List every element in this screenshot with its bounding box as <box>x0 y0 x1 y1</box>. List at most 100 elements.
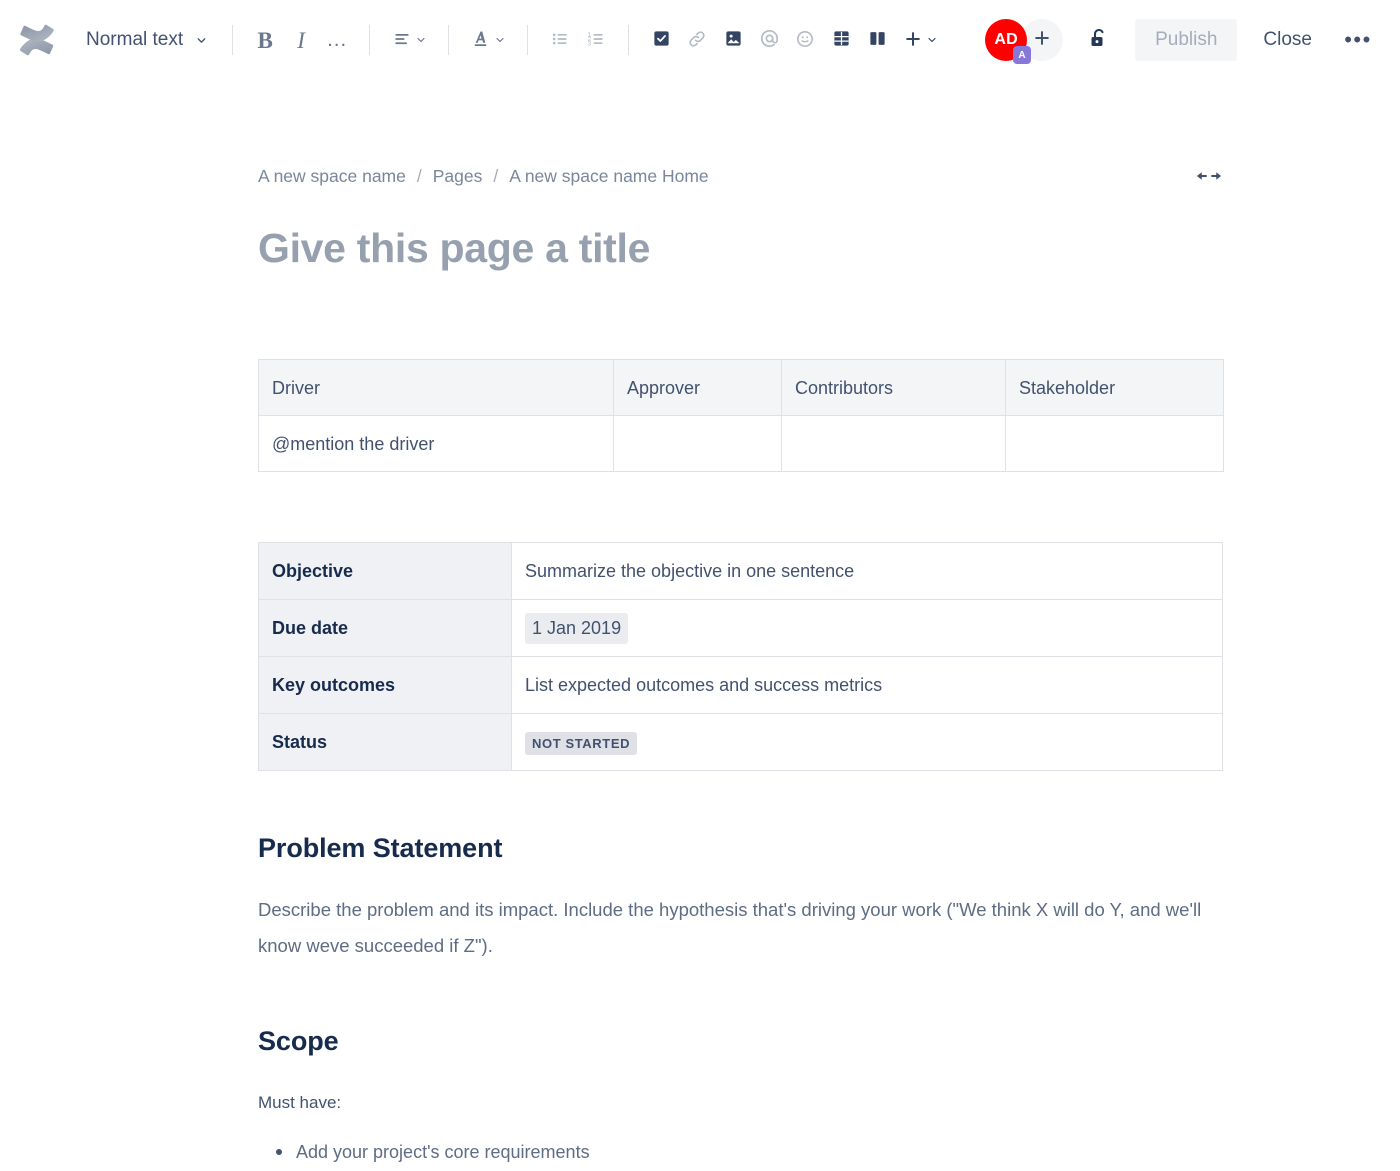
italic-label: I <box>297 27 305 53</box>
breadcrumb-item-home[interactable]: A new space name Home <box>509 166 708 187</box>
breadcrumb-row: A new space name / Pages / A new space n… <box>258 80 1222 186</box>
section-body-problem-statement[interactable]: Describe the problem and its impact. Inc… <box>258 864 1213 964</box>
table-header-row: Driver Approver Contributors Stakeholder <box>258 359 1224 417</box>
collaborators: AD A <box>985 19 1064 64</box>
table-header-driver[interactable]: Driver <box>258 359 614 417</box>
text-style-label: Normal text <box>86 29 184 50</box>
chevron-down-icon <box>926 34 938 46</box>
expand-width-icon[interactable] <box>1196 167 1222 185</box>
cell-stakeholder[interactable] <box>1005 415 1224 473</box>
svg-text:3: 3 <box>588 40 592 47</box>
section-heading-scope[interactable]: Scope <box>258 964 1222 1057</box>
list-group: 1 2 3 <box>542 22 614 58</box>
cell-driver[interactable]: @mention the driver <box>258 415 614 473</box>
page-more-options-button[interactable]: ••• <box>1338 19 1378 61</box>
roles-table[interactable]: Driver Approver Contributors Stakeholder… <box>258 359 1224 473</box>
table-header-contributors[interactable]: Contributors <box>781 359 1006 417</box>
row-label-key-outcomes[interactable]: Key outcomes <box>258 656 512 715</box>
table-button[interactable] <box>823 22 859 58</box>
more-formatting-button[interactable]: … <box>319 22 355 58</box>
bullet-list-button[interactable] <box>542 22 578 58</box>
table-row: Status NOT STARTED <box>258 713 1223 772</box>
table-header-approver[interactable]: Approver <box>613 359 782 417</box>
close-button[interactable]: Close <box>1245 19 1330 61</box>
insert-more-button[interactable] <box>895 22 945 58</box>
breadcrumb-item-space[interactable]: A new space name <box>258 166 406 187</box>
confluence-logo-icon[interactable] <box>14 17 60 63</box>
section-heading-problem-statement[interactable]: Problem Statement <box>258 771 1222 864</box>
breadcrumb-separator: / <box>493 165 499 186</box>
chevron-down-icon <box>494 34 506 46</box>
content-column: A new space name / Pages / A new space n… <box>0 80 1400 1167</box>
table-icon <box>832 29 851 51</box>
emoji-button[interactable] <box>787 22 823 58</box>
text-style-group: Normal text <box>74 22 218 58</box>
toolbar-divider <box>232 25 234 55</box>
link-button[interactable] <box>679 22 715 58</box>
avatar-app-badge: A <box>1013 46 1032 64</box>
page-title[interactable]: Give this page a title <box>258 176 1222 271</box>
row-label-due-date[interactable]: Due date <box>258 599 512 658</box>
details-table[interactable]: Objective Summarize the objective in one… <box>258 542 1223 772</box>
text-color-button[interactable] <box>463 22 513 58</box>
avatar[interactable]: AD A <box>985 19 1032 64</box>
row-label-status[interactable]: Status <box>258 713 512 772</box>
numbered-list-icon: 1 2 3 <box>586 29 606 52</box>
text-style-dropdown[interactable]: Normal text <box>74 22 218 58</box>
toolbar-divider <box>448 25 450 55</box>
text-align-left-icon <box>392 29 412 52</box>
cell-approver[interactable] <box>613 415 782 473</box>
inline-format-group: B I … <box>247 22 355 58</box>
ellipsis-icon: … <box>326 27 349 51</box>
row-value-objective[interactable]: Summarize the objective in one sentence <box>511 542 1223 601</box>
page-layout-icon <box>868 29 887 51</box>
alignment-group <box>384 22 434 58</box>
task-checkbox-icon <box>652 29 671 51</box>
plus-icon <box>1032 28 1052 53</box>
link-icon <box>687 29 707 52</box>
bold-label: B <box>257 27 273 53</box>
publish-button[interactable]: Publish <box>1135 19 1238 61</box>
cell-contributors[interactable] <box>781 415 1006 473</box>
scope-lead-text[interactable]: Must have: <box>258 1057 1222 1116</box>
details-table-wrapper: Objective Summarize the objective in one… <box>258 472 1223 772</box>
ellipsis-icon: ••• <box>1344 26 1372 52</box>
list-item[interactable]: Add your project's core requirements <box>276 1138 1222 1167</box>
row-label-objective[interactable]: Objective <box>258 542 512 601</box>
numbered-list-button[interactable]: 1 2 3 <box>578 22 614 58</box>
row-value-key-outcomes[interactable]: List expected outcomes and success metri… <box>511 656 1223 715</box>
date-chip[interactable]: 1 Jan 2019 <box>525 612 629 644</box>
chevron-down-icon <box>195 34 208 47</box>
row-value-status[interactable]: NOT STARTED <box>511 713 1223 772</box>
bullet-list-icon <box>550 29 570 52</box>
task-list-button[interactable] <box>643 22 679 58</box>
bold-button[interactable]: B <box>247 22 283 58</box>
row-value-due-date[interactable]: 1 Jan 2019 <box>511 599 1223 658</box>
page-layout-button[interactable] <box>859 22 895 58</box>
editor-toolbar: Normal text B I … 1 2 3 AD A Publish Clo… <box>0 0 1400 80</box>
page-body: A new space name / Pages / A new space n… <box>0 80 1400 1167</box>
toolbar-divider <box>628 25 630 55</box>
scope-bullet-list: Add your project's core requirements <box>258 1116 1222 1167</box>
image-icon <box>724 29 743 51</box>
roles-table-wrapper: Driver Approver Contributors Stakeholder… <box>258 271 1224 473</box>
breadcrumb-separator: / <box>416 165 422 186</box>
text-align-button[interactable] <box>384 22 434 58</box>
image-button[interactable] <box>715 22 751 58</box>
emoji-icon <box>795 29 815 52</box>
table-row: Due date 1 Jan 2019 <box>258 599 1223 658</box>
italic-button[interactable]: I <box>283 22 319 58</box>
unlock-icon <box>1087 27 1111 54</box>
breadcrumb: A new space name / Pages / A new space n… <box>258 166 709 187</box>
table-row: Objective Summarize the objective in one… <box>258 542 1223 601</box>
breadcrumb-item-pages[interactable]: Pages <box>433 166 483 187</box>
table-row: Key outcomes List expected outcomes and … <box>258 656 1223 715</box>
mention-button[interactable] <box>751 22 787 58</box>
table-row: @mention the driver <box>258 415 1224 473</box>
restrictions-button[interactable] <box>1077 19 1121 61</box>
toolbar-divider <box>369 25 371 55</box>
plus-icon <box>903 29 923 52</box>
table-header-stakeholder[interactable]: Stakeholder <box>1005 359 1224 417</box>
mention-at-icon <box>759 28 780 52</box>
status-badge[interactable]: NOT STARTED <box>525 731 638 755</box>
